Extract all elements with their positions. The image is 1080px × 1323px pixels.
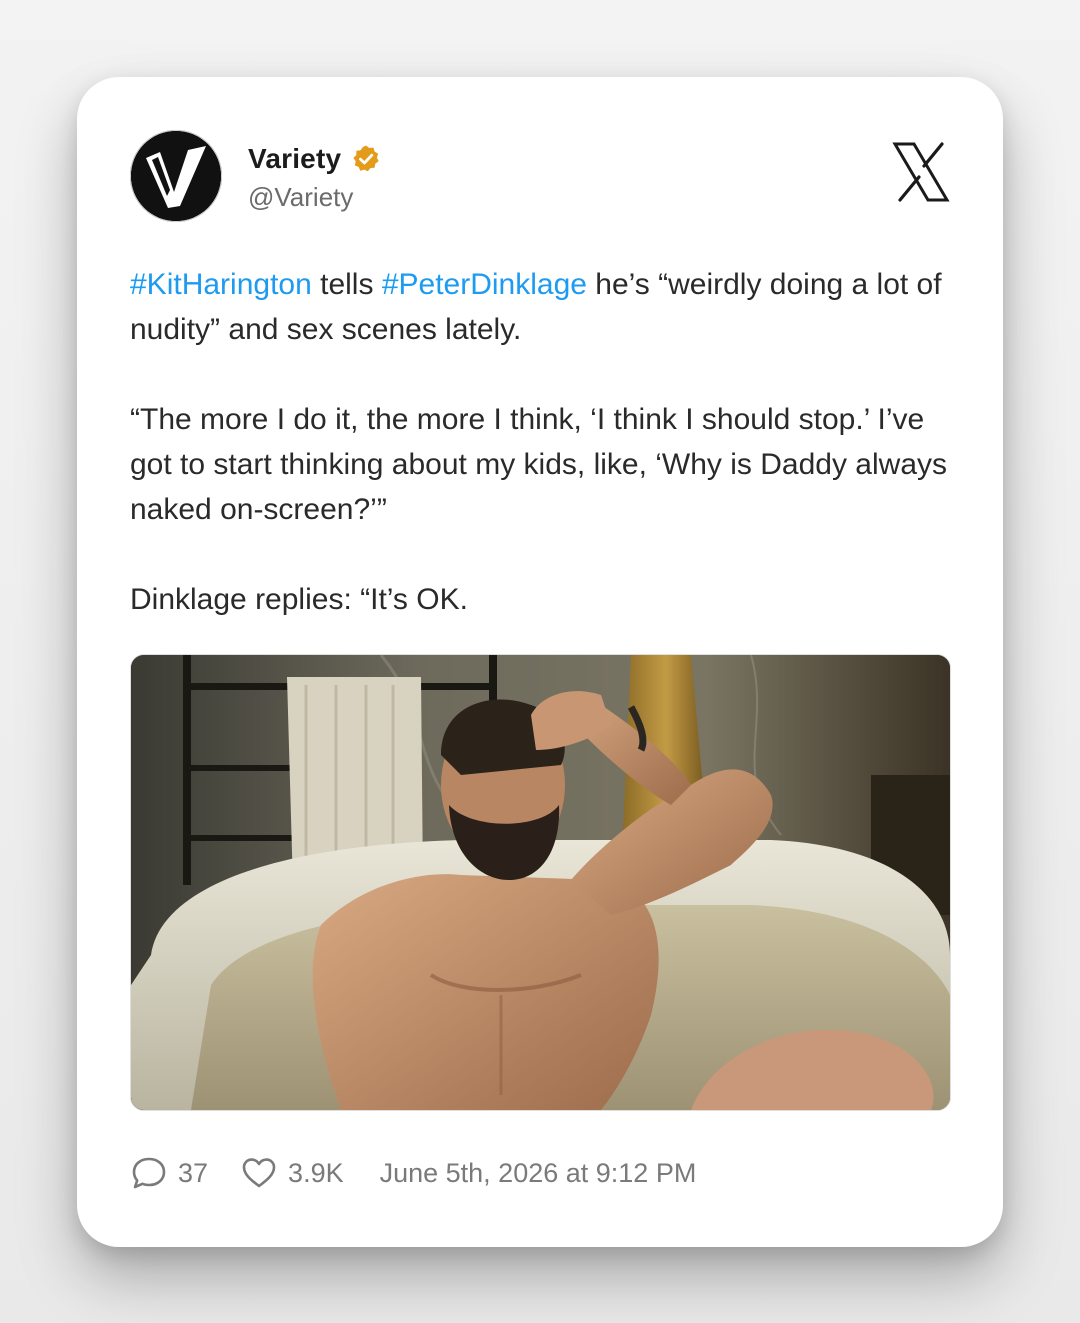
author-info: Variety @Variety [248, 142, 381, 213]
like-count: 3.9K [288, 1157, 344, 1188]
variety-v-logo-icon [131, 131, 221, 221]
display-name[interactable]: Variety [248, 143, 341, 175]
speech-bubble-icon [132, 1157, 166, 1189]
post-photo[interactable] [130, 654, 951, 1111]
like-button[interactable]: 3.9K [240, 1154, 344, 1192]
reply-button[interactable]: 37 [130, 1154, 208, 1192]
hashtag-link-peterdinklage[interactable]: #PeterDinklage [382, 268, 587, 301]
reply-count: 37 [178, 1157, 209, 1188]
x-logo-icon[interactable] [892, 142, 950, 202]
avatar[interactable] [130, 130, 222, 222]
post-timestamp[interactable]: June 5th, 2026 at 9:12 PM [380, 1158, 697, 1189]
post-text-segment: tells [311, 268, 382, 301]
author-handle[interactable]: @Variety [248, 182, 381, 213]
post-footer: 37 3.9K June 5th, 2026 at 9:12 PM [130, 1152, 696, 1194]
hashtag-link-kitharington[interactable]: #KitHarington [130, 268, 312, 301]
post-header: Variety @Variety [130, 130, 950, 222]
heart-icon [242, 1158, 276, 1188]
verified-badge-icon [353, 145, 379, 172]
post-paragraph-2: “The more I do it, the more I think, ‘I … [130, 403, 948, 526]
post-card: Variety @Variety #KitHarington tells #Pe… [77, 77, 1003, 1247]
display-name-row: Variety [248, 142, 381, 176]
post-paragraph-3: Dinklage replies: “It’s OK. [130, 583, 468, 616]
post-text: #KitHarington tells #PeterDinklage he’s … [130, 262, 960, 622]
post-paragraph-1: #KitHarington tells #PeterDinklage he’s … [130, 262, 960, 352]
